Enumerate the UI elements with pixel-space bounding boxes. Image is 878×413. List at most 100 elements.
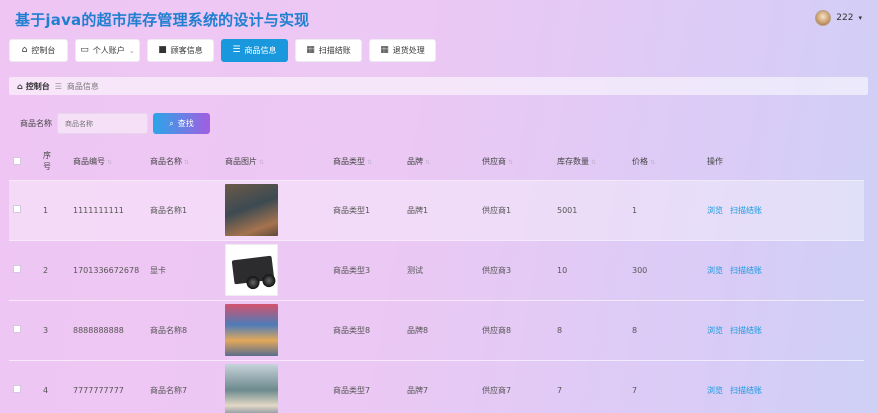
sort-icon[interactable]: ⇅ bbox=[591, 159, 596, 166]
product-image[interactable] bbox=[225, 364, 278, 413]
cell-index: 1 bbox=[43, 205, 49, 215]
breadcrumb: ⌂ 控制台 ☰ 商品信息 bbox=[9, 77, 868, 95]
window-icon: ▭ bbox=[80, 45, 89, 55]
cell-type: 商品类型8 bbox=[333, 325, 371, 335]
cell-type: 商品类型1 bbox=[333, 205, 371, 215]
search-bar: 商品名称 ⌕ 查找 bbox=[20, 113, 210, 134]
home-icon: ⌂ bbox=[17, 81, 23, 91]
cell-code: 1111111111 bbox=[73, 205, 124, 215]
nav-product-button[interactable]: ☰ 商品信息 bbox=[221, 39, 288, 62]
row-checkbox[interactable] bbox=[13, 265, 21, 273]
table-row[interactable]: 4 7777777777 商品名称7 商品类型7 品牌7 供应商7 7 7 浏览… bbox=[9, 360, 864, 413]
cell-image bbox=[221, 240, 329, 300]
cell-index: 2 bbox=[43, 265, 49, 275]
col-name[interactable]: 商品名称 ⇅ bbox=[146, 144, 221, 180]
cell-index: 4 bbox=[43, 385, 49, 395]
cell-actions: 浏览 扫描结账 bbox=[703, 240, 864, 300]
checkout-link[interactable]: 扫描结账 bbox=[730, 206, 762, 215]
cell-image bbox=[221, 180, 329, 240]
cell-name: 商品名称1 bbox=[150, 205, 188, 215]
view-link[interactable]: 浏览 bbox=[707, 206, 723, 215]
cell-price: 1 bbox=[632, 205, 638, 215]
checkout-link[interactable]: 扫描结账 bbox=[730, 266, 762, 275]
cell-actions: 浏览 扫描结账 bbox=[703, 180, 864, 240]
breadcrumb-home[interactable]: ⌂ 控制台 bbox=[17, 81, 50, 92]
cell-stock: 5001 bbox=[557, 205, 578, 215]
view-link[interactable]: 浏览 bbox=[707, 386, 723, 395]
checkout-link[interactable]: 扫描结账 bbox=[730, 386, 762, 395]
graphics-card-illustration bbox=[231, 255, 277, 290]
checkout-link[interactable]: 扫描结账 bbox=[730, 326, 762, 335]
sort-icon[interactable]: ⇅ bbox=[184, 159, 189, 166]
top-nav: ⌂ 控制台 ▭ 个人账户 ⌄ ■ 顾客信息 ☰ 商品信息 ▦ 扫描结账 ▦ 退货… bbox=[9, 39, 436, 62]
user-name[interactable]: 222 bbox=[836, 13, 853, 23]
nav-customer-button[interactable]: ■ 顾客信息 bbox=[147, 39, 214, 62]
product-image[interactable] bbox=[225, 184, 278, 236]
nav-label: 扫描结账 bbox=[318, 46, 351, 55]
cell-code: 7777777777 bbox=[73, 385, 124, 395]
sort-icon[interactable]: ⇅ bbox=[367, 159, 372, 166]
cell-supplier: 供应商8 bbox=[482, 325, 512, 335]
search-input[interactable] bbox=[57, 113, 148, 134]
cell-brand: 品牌7 bbox=[407, 385, 429, 395]
sort-icon[interactable]: ⇅ bbox=[425, 159, 430, 166]
select-all-checkbox[interactable] bbox=[13, 156, 21, 165]
sort-icon[interactable]: ⇅ bbox=[259, 159, 264, 166]
col-label: 供应商 bbox=[482, 157, 506, 167]
col-brand[interactable]: 品牌 ⇅ bbox=[403, 144, 478, 180]
nav-account-button[interactable]: ▭ 个人账户 ⌄ bbox=[75, 39, 140, 62]
nav-dashboard-button[interactable]: ⌂ 控制台 bbox=[9, 39, 68, 62]
table-row[interactable]: 1 1111111111 商品名称1 商品类型1 品牌1 供应商1 5001 1… bbox=[9, 180, 864, 240]
search-label: 商品名称 bbox=[20, 119, 52, 128]
briefcase-icon: ■ bbox=[158, 45, 167, 55]
fan-shape bbox=[261, 273, 277, 288]
col-code[interactable]: 商品编号 ⇅ bbox=[69, 144, 146, 180]
breadcrumb-current: 商品信息 bbox=[66, 81, 99, 91]
col-index: 序号 bbox=[39, 144, 69, 180]
chevron-down-icon[interactable]: ▾ bbox=[858, 14, 862, 22]
select-all-cell[interactable] bbox=[9, 144, 39, 180]
cell-stock: 8 bbox=[557, 325, 563, 335]
grid-icon: ▦ bbox=[306, 45, 315, 55]
avatar[interactable] bbox=[815, 10, 832, 26]
breadcrumb-home-label: 控制台 bbox=[25, 81, 50, 91]
nav-label: 商品信息 bbox=[244, 46, 277, 55]
col-image[interactable]: 商品图片 ⇅ bbox=[221, 144, 329, 180]
nav-checkout-button[interactable]: ▦ 扫描结账 bbox=[295, 39, 362, 62]
cell-actions: 浏览 扫描结账 bbox=[703, 360, 864, 413]
product-table: 序号 商品编号 ⇅ 商品名称 ⇅ 商品图片 ⇅ 商品类型 ⇅ 品牌 ⇅ 供应商 ⇅ 库存数量… bbox=[9, 144, 864, 413]
user-menu[interactable]: 222 ▾ bbox=[815, 10, 862, 26]
table-row[interactable]: 2 1701336672678 显卡 商品类型3 测试 供应商3 10 300 … bbox=[9, 240, 864, 300]
nav-return-button[interactable]: ▦ 退货处理 bbox=[369, 39, 436, 62]
row-checkbox[interactable] bbox=[13, 205, 21, 213]
page-title: 基于java的超市库存管理系统的设计与实现 bbox=[15, 11, 310, 29]
cell-name: 商品名称7 bbox=[150, 385, 188, 395]
cell-brand: 品牌8 bbox=[407, 325, 429, 335]
col-type[interactable]: 商品类型 ⇅ bbox=[329, 144, 403, 180]
view-link[interactable]: 浏览 bbox=[707, 266, 723, 275]
col-actions: 操作 bbox=[703, 144, 864, 180]
cell-type: 商品类型3 bbox=[333, 265, 371, 275]
sort-icon[interactable]: ⇅ bbox=[107, 159, 112, 166]
search-button[interactable]: ⌕ 查找 bbox=[153, 113, 210, 134]
cell-name: 显卡 bbox=[150, 265, 166, 275]
cell-supplier: 供应商7 bbox=[482, 385, 512, 395]
search-button-label: 查找 bbox=[177, 119, 194, 128]
table-row[interactable]: 3 8888888888 商品名称8 商品类型8 品牌8 供应商8 8 8 浏览… bbox=[9, 300, 864, 360]
cell-actions: 浏览 扫描结账 bbox=[703, 300, 864, 360]
sort-icon[interactable]: ⇅ bbox=[650, 159, 655, 166]
col-stock[interactable]: 库存数量 ⇅ bbox=[553, 144, 628, 180]
row-checkbox[interactable] bbox=[13, 325, 21, 333]
product-image[interactable] bbox=[225, 304, 278, 356]
col-price[interactable]: 价格 ⇅ bbox=[628, 144, 703, 180]
fan-shape bbox=[245, 275, 261, 290]
product-image[interactable] bbox=[225, 244, 278, 296]
view-link[interactable]: 浏览 bbox=[707, 326, 723, 335]
nav-label: 个人账户 bbox=[92, 46, 125, 55]
sort-icon[interactable]: ⇅ bbox=[508, 159, 513, 166]
row-checkbox[interactable] bbox=[13, 385, 21, 394]
col-supplier[interactable]: 供应商 ⇅ bbox=[478, 144, 553, 180]
chevron-down-icon: ⌄ bbox=[128, 46, 135, 55]
cell-image bbox=[221, 360, 329, 413]
col-label: 品牌 bbox=[407, 157, 423, 167]
